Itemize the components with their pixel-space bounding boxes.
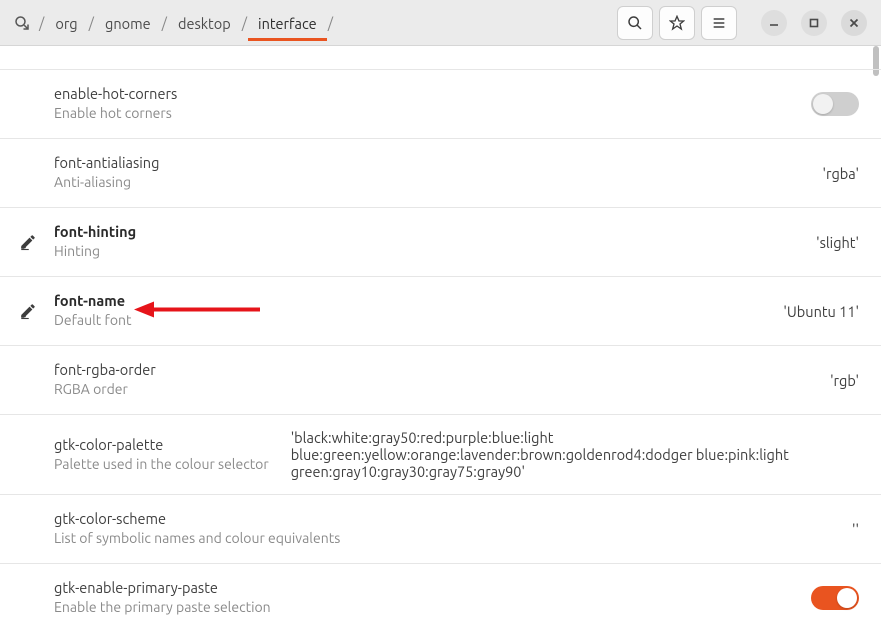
breadcrumb-sep: / [241, 14, 248, 31]
setting-key: gtk-enable-primary-paste [54, 579, 271, 598]
setting-key: gtk-color-palette [54, 436, 269, 455]
minimize-button[interactable] [761, 10, 787, 36]
setting-value-text: 'black:white:gray50:red:purple:blue:ligh… [291, 429, 811, 480]
setting-value: 'rgb' [830, 372, 859, 389]
setting-description: Hinting [54, 242, 254, 260]
setting-description: Enable the primary paste selection [54, 598, 271, 616]
setting-value [811, 92, 859, 116]
modified-icon [14, 233, 42, 251]
setting-row-font-antialiasing[interactable]: font-antialiasingAnti-aliasing 'rgba' [0, 139, 881, 208]
settings-list: enable-hot-cornersEnable hot corners font… [0, 46, 881, 624]
close-button[interactable] [841, 10, 867, 36]
setting-description: Palette used in the colour selector [54, 455, 269, 473]
setting-value: '' [852, 521, 859, 538]
setting-value-text: 'rgba' [822, 165, 859, 182]
window-controls [761, 10, 867, 36]
setting-row-font-rgba-order[interactable]: font-rgba-orderRGBA order 'rgb' [0, 346, 881, 415]
titlebar-right [617, 6, 875, 40]
setting-row-font-name[interactable]: font-nameDefault font 'Ubuntu 11' [0, 277, 881, 346]
breadcrumb-sep: / [327, 14, 334, 31]
setting-value: 'black:white:gray50:red:purple:blue:ligh… [291, 429, 811, 480]
setting-text: gtk-color-schemeList of symbolic names a… [54, 510, 340, 547]
setting-key: font-rgba-order [54, 361, 254, 380]
setting-description: Default font [54, 311, 254, 329]
breadcrumb-desktop[interactable]: desktop [168, 5, 241, 41]
setting-value-text: 'slight' [816, 234, 859, 251]
toggle-switch[interactable] [811, 92, 859, 116]
setting-value-text: '' [852, 521, 859, 538]
setting-value: 'slight' [816, 234, 859, 251]
setting-row-gtk-enable-primary-paste[interactable]: gtk-enable-primary-pasteEnable the prima… [0, 564, 881, 624]
toggle-switch[interactable] [811, 586, 859, 610]
modified-icon [14, 302, 42, 320]
setting-key: font-name [54, 292, 254, 311]
setting-text: gtk-color-palettePalette used in the col… [54, 436, 269, 473]
setting-value: 'Ubuntu 11' [783, 303, 859, 320]
setting-key: font-antialiasing [54, 154, 254, 173]
titlebar: / org / gnome / desktop / interface / [0, 0, 881, 46]
setting-key: gtk-color-scheme [54, 510, 340, 529]
app-icon [12, 13, 32, 33]
setting-text: font-nameDefault font [54, 292, 254, 329]
setting-row-partial-top[interactable] [0, 46, 881, 70]
setting-text: enable-hot-cornersEnable hot corners [54, 85, 254, 122]
setting-description: List of symbolic names and colour equiva… [54, 529, 340, 547]
setting-text: font-antialiasingAnti-aliasing [54, 154, 254, 191]
breadcrumb-org[interactable]: org [45, 5, 87, 41]
setting-row-gtk-color-palette[interactable]: gtk-color-palettePalette used in the col… [0, 415, 881, 495]
bookmark-button[interactable] [659, 6, 695, 40]
setting-text: font-hintingHinting [54, 223, 254, 260]
setting-value-text: 'rgb' [830, 372, 859, 389]
setting-row-gtk-color-scheme[interactable]: gtk-color-schemeList of symbolic names a… [0, 495, 881, 564]
setting-description: Enable hot corners [54, 104, 254, 122]
setting-key: enable-hot-corners [54, 85, 254, 104]
search-button[interactable] [617, 6, 653, 40]
breadcrumb-interface[interactable]: interface [248, 5, 327, 41]
menu-button[interactable] [701, 6, 737, 40]
setting-text: gtk-enable-primary-pasteEnable the prima… [54, 579, 271, 616]
setting-row-font-hinting[interactable]: font-hintingHinting 'slight' [0, 208, 881, 277]
breadcrumb: / org / gnome / desktop / interface / [38, 5, 334, 41]
setting-description: RGBA order [54, 380, 254, 398]
setting-description: Anti-aliasing [54, 173, 254, 191]
setting-key: font-hinting [54, 223, 254, 242]
breadcrumb-sep: / [38, 14, 45, 31]
breadcrumb-gnome[interactable]: gnome [95, 5, 161, 41]
breadcrumb-sep: / [88, 14, 95, 31]
setting-value-text: 'Ubuntu 11' [783, 303, 859, 320]
maximize-button[interactable] [801, 10, 827, 36]
setting-value [811, 586, 859, 610]
breadcrumb-sep: / [161, 14, 168, 31]
setting-row-enable-hot-corners[interactable]: enable-hot-cornersEnable hot corners [0, 70, 881, 139]
setting-text: font-rgba-orderRGBA order [54, 361, 254, 398]
setting-value: 'rgba' [822, 165, 859, 182]
titlebar-left: / org / gnome / desktop / interface / [6, 5, 334, 41]
